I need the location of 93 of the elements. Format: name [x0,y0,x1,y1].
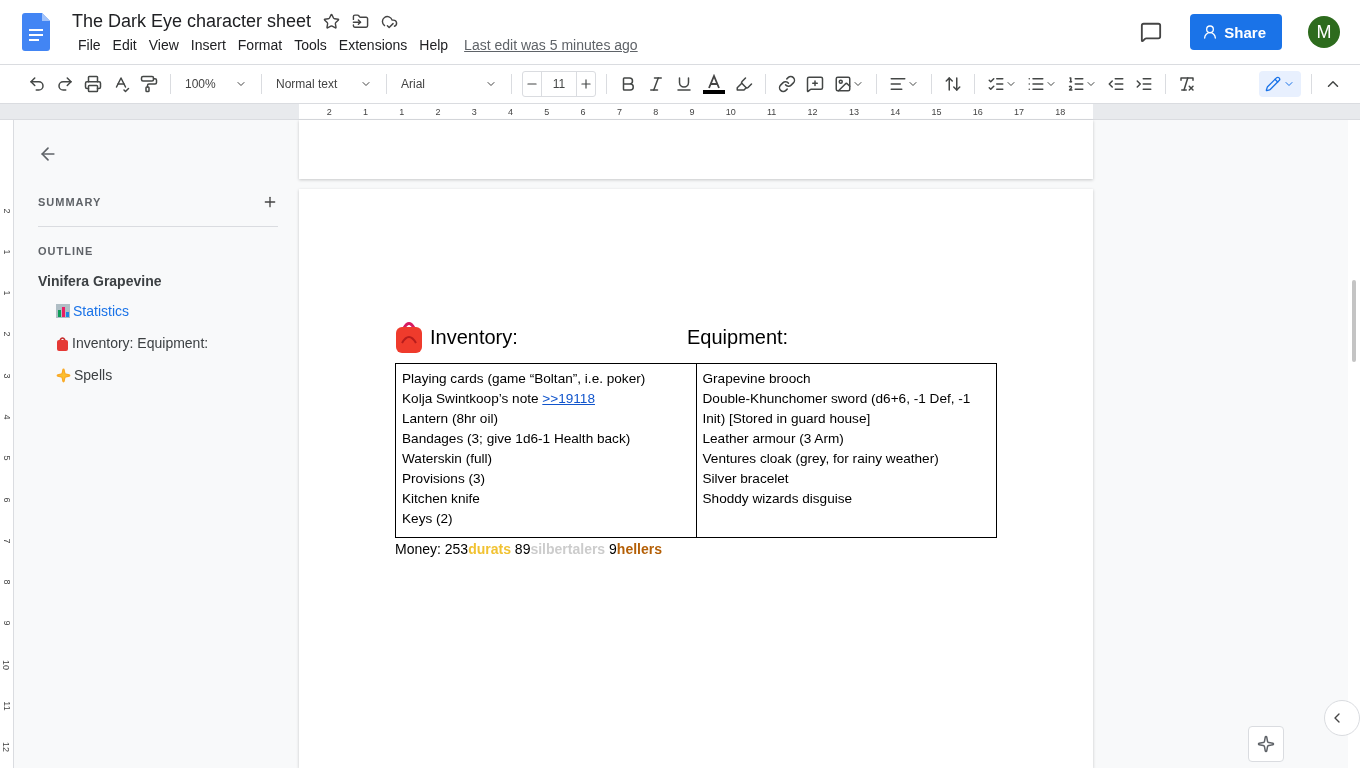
ruler-number: 5 [544,106,550,117]
money-text: Money: 253durats 89silbertalers 9hellers [395,540,663,559]
ruler-number: 1 [1,249,12,255]
star-icon[interactable] [323,12,341,30]
ruler-number: 1 [399,106,405,117]
table-text: Waterskin (full) [402,450,494,468]
backpack-icon [395,321,423,353]
ruler-number: 6 [580,106,586,117]
table-text: Silver bracelet [702,470,790,488]
ruler-number: 15 [931,106,942,117]
ruler-number: 2 [326,106,332,117]
outline-item[interactable]: Vinifera Grapevine [38,273,299,289]
ruler-number: 7 [1,538,12,544]
paint-format-icon[interactable] [138,73,160,95]
menu-item[interactable]: Extensions [332,35,414,54]
table-text: Shoddy wizards disguise [702,490,854,508]
ruler-number: 2 [1,332,12,337]
menu-item[interactable]: Help [413,35,455,54]
print-icon[interactable] [82,73,104,95]
ruler-number: 12 [807,106,818,117]
link[interactable]: >>19118 [542,391,595,406]
ruler-number: 9 [1,620,12,626]
ruler-number: 4 [1,414,12,420]
ruler-number: 2 [435,106,441,117]
menu-item[interactable]: Edit [106,35,143,54]
table-text: Kitchen knife [402,490,481,508]
ruler-number: 5 [1,455,12,461]
ruler-number: 16 [972,106,983,117]
ruler-number: 1 [1,290,12,296]
comments-icon[interactable] [1140,21,1163,43]
ruler-number: 11 [767,106,777,117]
ruler-number: 4 [508,106,514,117]
summary-label: SUMMARY [38,196,102,208]
menu-item[interactable]: Format [231,35,289,54]
editing-mode-button[interactable] [1259,71,1301,97]
menu-item[interactable]: File [72,35,107,54]
zoom-dropdown[interactable]: 100% [181,77,251,91]
ruler-number: 1 [362,106,368,117]
table-text: Lantern (8hr oil) [402,410,499,428]
outline-item[interactable]: Inventory: Equipment: [56,333,299,353]
avatar[interactable]: M [1308,16,1340,48]
table-text: Bandages (3; give 1d6-1 Health back) [402,430,632,448]
ruler-number: 8 [1,579,12,585]
scrollbar-thumb[interactable] [1352,280,1356,362]
ruler-number: 8 [653,106,659,117]
document-title[interactable]: The Dark Eye character sheet [72,10,312,32]
side-panel-toggle[interactable] [1324,700,1360,736]
explore-button[interactable] [1248,726,1284,762]
heading: Equipment: [687,325,789,349]
ruler-number: 9 [689,106,695,117]
outline-item[interactable]: Statistics [56,301,299,321]
table-text: Double-Khunchomer sword (d6+6, -1 Def, -1 Init) [Stored in guard house] [702,390,972,428]
link-icon[interactable] [776,73,798,95]
outline-item[interactable]: Spells [56,365,299,385]
pencil-icon [1265,76,1281,92]
ruler-number: 3 [1,373,12,379]
docs-logo-icon[interactable] [22,13,50,51]
menu-item[interactable]: View [142,35,185,54]
sparkles-icon [56,367,71,383]
table-text: Provisions (3) [402,470,487,488]
move-folder-icon[interactable] [352,12,370,30]
ruler-number: 7 [616,106,622,117]
add-icon[interactable] [262,194,278,210]
table-text: Keys (2) [402,510,454,528]
table-text: Playing cards (game “Boltan”, i.e. poker) [402,370,647,388]
ruler-number: 11 [1,701,12,711]
backpack-icon [56,335,69,351]
ruler-number: 12 [1,742,12,753]
table-text: Kolja Swintkoop’s note >>19118 [402,390,596,408]
outline-label: OUTLINE [38,245,95,257]
table-text: Ventures cloak (grey, for rainy weather) [702,450,940,468]
last-edit-link[interactable]: Last edit was 5 minutes ago [464,36,638,53]
person-icon [1202,24,1219,40]
ruler-number: 10 [725,106,736,117]
ruler-number: 2 [1,208,12,214]
ruler-number: 10 [1,659,12,670]
ruler-number: 3 [471,106,477,117]
table-text: Grapevine brooch [702,370,812,388]
share-button[interactable]: Share [1190,14,1282,50]
font-dropdown[interactable]: Arial [397,77,501,91]
ruler-number: 17 [1014,106,1025,117]
ruler-number: 14 [890,106,901,117]
style-dropdown[interactable]: Normal text [272,77,376,91]
menu-item[interactable]: Insert [184,35,232,54]
heading: Inventory: [430,325,519,349]
bar-chart-icon [56,304,70,318]
ruler-number: 18 [1055,106,1066,117]
ruler-number: 13 [848,106,859,117]
menu-item[interactable]: Tools [288,35,333,54]
table-text: Leather armour (3 Arm) [702,430,845,448]
sparkle-icon [1257,735,1275,753]
text-color-icon[interactable] [701,72,727,96]
ruler-number: 6 [1,497,12,503]
